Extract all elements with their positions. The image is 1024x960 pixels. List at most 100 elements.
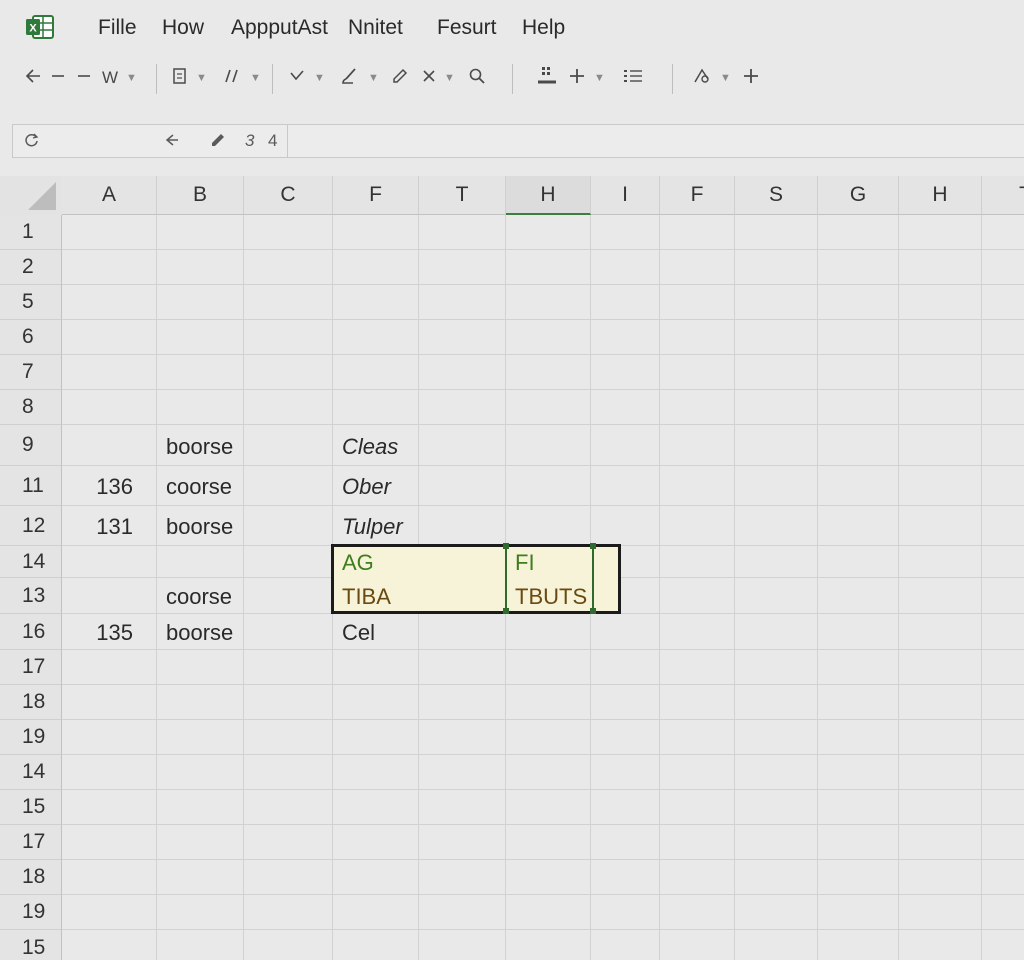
grid-cell[interactable] bbox=[591, 895, 660, 930]
grid-cell[interactable] bbox=[899, 320, 982, 355]
grid-cell[interactable] bbox=[244, 578, 333, 614]
grid-cell[interactable] bbox=[660, 825, 735, 860]
grid-cell[interactable] bbox=[818, 720, 899, 755]
grid-cell[interactable] bbox=[735, 506, 818, 546]
grid-cell[interactable] bbox=[419, 895, 506, 930]
grid-cell[interactable] bbox=[506, 390, 591, 425]
grid-cell[interactable] bbox=[818, 860, 899, 895]
row-header[interactable]: 19 bbox=[0, 720, 62, 755]
grid-cell[interactable] bbox=[157, 285, 244, 320]
grid-cell[interactable] bbox=[899, 466, 982, 506]
grid-cell[interactable] bbox=[591, 355, 660, 390]
grid-cell[interactable] bbox=[419, 720, 506, 755]
grid-cell[interactable] bbox=[157, 320, 244, 355]
grid-cell[interactable] bbox=[735, 215, 818, 250]
grid-cell[interactable] bbox=[419, 506, 506, 546]
grid-cell[interactable] bbox=[982, 685, 1024, 720]
grid-cell[interactable] bbox=[244, 860, 333, 895]
grid-cell[interactable] bbox=[333, 755, 419, 790]
row-header[interactable]: 16 bbox=[0, 614, 62, 650]
grid-cell[interactable] bbox=[660, 355, 735, 390]
grid-cell[interactable] bbox=[818, 930, 899, 960]
grid-cell[interactable] bbox=[333, 685, 419, 720]
grid-cell[interactable] bbox=[419, 215, 506, 250]
grid-cell[interactable] bbox=[591, 650, 660, 685]
check-dropdown[interactable]: ▼ bbox=[288, 64, 325, 92]
grid-cell[interactable] bbox=[333, 320, 419, 355]
menu-fesurt[interactable]: Fesurt bbox=[437, 14, 497, 42]
grid-cell[interactable] bbox=[419, 355, 506, 390]
grid-cell[interactable] bbox=[419, 930, 506, 960]
grid-cell[interactable] bbox=[899, 546, 982, 578]
add-dropdown[interactable]: ▼ bbox=[568, 64, 605, 92]
grid-cell[interactable] bbox=[62, 250, 157, 285]
grid-cell[interactable] bbox=[244, 215, 333, 250]
grid-cell[interactable] bbox=[735, 425, 818, 466]
grid-cell[interactable] bbox=[591, 506, 660, 546]
grid-cell[interactable] bbox=[818, 650, 899, 685]
grid-cell[interactable] bbox=[982, 755, 1024, 790]
menu-file[interactable]: Fille bbox=[98, 14, 137, 42]
grid-cell[interactable] bbox=[735, 390, 818, 425]
grid-cell[interactable] bbox=[818, 466, 899, 506]
grid-cell[interactable] bbox=[157, 860, 244, 895]
grid-cell[interactable] bbox=[660, 860, 735, 895]
grid-cell[interactable] bbox=[419, 250, 506, 285]
grid-cell[interactable] bbox=[244, 250, 333, 285]
grid-cell[interactable] bbox=[735, 250, 818, 285]
grid-cell[interactable] bbox=[899, 720, 982, 755]
grid-cell[interactable] bbox=[333, 720, 419, 755]
grid-cell[interactable] bbox=[591, 685, 660, 720]
grid-cell[interactable] bbox=[244, 650, 333, 685]
cancel-arrow-icon[interactable] bbox=[163, 131, 181, 154]
grid-cell[interactable] bbox=[982, 320, 1024, 355]
edit-pencil-icon[interactable] bbox=[209, 131, 227, 154]
grid-cell[interactable] bbox=[818, 506, 899, 546]
grid-cell[interactable] bbox=[818, 825, 899, 860]
grid-cell[interactable] bbox=[591, 755, 660, 790]
grid-cell[interactable] bbox=[506, 355, 591, 390]
grid-cell[interactable] bbox=[591, 320, 660, 355]
grid-cell[interactable] bbox=[157, 930, 244, 960]
grid-cell[interactable] bbox=[982, 614, 1024, 650]
row-header[interactable]: 12 bbox=[0, 506, 62, 546]
grid-cell[interactable] bbox=[591, 250, 660, 285]
font-dropdown[interactable]: W ▼ bbox=[102, 64, 137, 92]
column-header-c[interactable]: C bbox=[244, 176, 333, 215]
grid-cell[interactable] bbox=[333, 285, 419, 320]
grid-cell[interactable] bbox=[982, 285, 1024, 320]
grid-cell[interactable] bbox=[660, 720, 735, 755]
grid-cell[interactable] bbox=[818, 895, 899, 930]
row-header[interactable]: 17 bbox=[0, 825, 62, 860]
grid-cell[interactable] bbox=[899, 895, 982, 930]
grid-cell[interactable] bbox=[506, 285, 591, 320]
dash-button[interactable] bbox=[52, 64, 92, 92]
grid-cell[interactable] bbox=[506, 825, 591, 860]
grid-cell[interactable] bbox=[419, 825, 506, 860]
grid-cell[interactable] bbox=[506, 215, 591, 250]
grid-cell[interactable] bbox=[157, 250, 244, 285]
draw-dropdown[interactable]: ▼ bbox=[340, 64, 379, 92]
grid-cell[interactable] bbox=[982, 825, 1024, 860]
grid-cell[interactable] bbox=[244, 285, 333, 320]
grid-cell[interactable] bbox=[899, 685, 982, 720]
grid-cell[interactable] bbox=[735, 650, 818, 685]
grid-cell[interactable] bbox=[660, 790, 735, 825]
grid-cell[interactable] bbox=[506, 685, 591, 720]
grid-cell[interactable] bbox=[982, 355, 1024, 390]
grid-cell[interactable] bbox=[244, 755, 333, 790]
add-button[interactable] bbox=[742, 64, 760, 92]
column-header-t[interactable]: T bbox=[419, 176, 506, 215]
grid-cell[interactable] bbox=[660, 930, 735, 960]
row-header[interactable]: 5 bbox=[0, 285, 62, 320]
column-header-h[interactable]: H bbox=[899, 176, 982, 215]
grid-cell[interactable] bbox=[818, 250, 899, 285]
grid-cell[interactable] bbox=[660, 285, 735, 320]
grid-cell[interactable] bbox=[506, 320, 591, 355]
grid-cell[interactable] bbox=[506, 650, 591, 685]
grid-cell[interactable] bbox=[735, 825, 818, 860]
undo-button[interactable] bbox=[24, 64, 42, 92]
grid-cell[interactable] bbox=[735, 614, 818, 650]
grid-cell[interactable] bbox=[735, 930, 818, 960]
grid-cell[interactable] bbox=[735, 578, 818, 614]
